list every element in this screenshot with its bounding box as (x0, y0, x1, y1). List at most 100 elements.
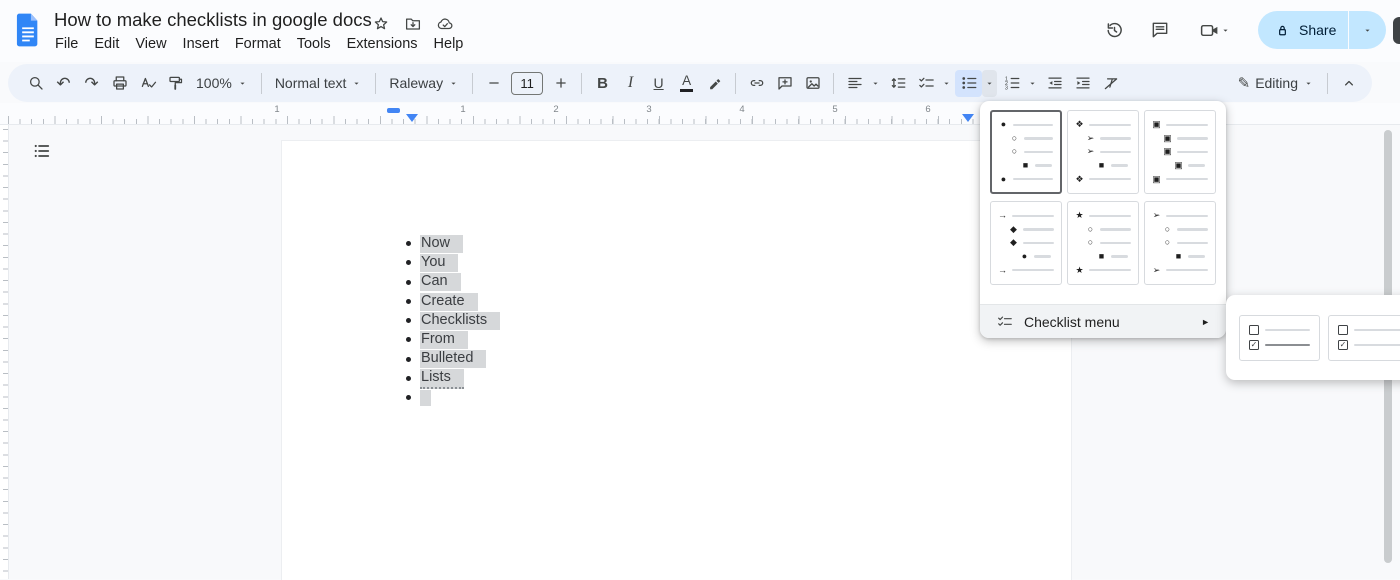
bulleted-list-dropdown[interactable] (982, 70, 997, 97)
bullet-style-option-6[interactable]: ➢○○■➢ (1144, 201, 1216, 285)
document-page[interactable]: NowYouCanCreateChecklistsFromBulletedLis… (281, 140, 1072, 580)
comments-icon (1150, 20, 1170, 40)
undo-button[interactable]: ↶ (50, 70, 77, 97)
print-button[interactable] (106, 70, 133, 97)
menu-edit[interactable]: Edit (86, 34, 127, 54)
styles-select[interactable]: Normal text (269, 70, 369, 97)
list-item[interactable]: Create (282, 292, 1071, 311)
menu-help[interactable]: Help (426, 34, 472, 54)
caret-down-icon (1362, 25, 1373, 36)
menu-extensions[interactable]: Extensions (339, 34, 426, 54)
add-comment-icon (776, 74, 794, 92)
indent-increase-icon (1074, 74, 1092, 92)
move-folder-icon[interactable] (403, 14, 423, 34)
checklist-style-option-1[interactable]: ✓ (1239, 315, 1320, 361)
paint-format-button[interactable] (162, 70, 189, 97)
editing-mode[interactable]: ✎Editing (1232, 70, 1320, 97)
list-item[interactable]: You (282, 253, 1071, 272)
svg-text:3: 3 (1004, 85, 1007, 91)
numbered-list-button[interactable]: 123 (998, 70, 1025, 97)
menu-file[interactable]: File (47, 34, 86, 54)
share-dropdown[interactable] (1349, 11, 1386, 49)
join-call-button[interactable] (1194, 16, 1236, 44)
increase-indent-button[interactable] (1069, 70, 1096, 97)
line-spacing-button[interactable] (884, 70, 911, 97)
hide-menus-button[interactable] (1335, 70, 1362, 97)
list-item[interactable]: Lists (282, 369, 1071, 388)
star-icon[interactable] (371, 14, 391, 34)
document-title[interactable]: How to make checklists in google docs (54, 9, 372, 31)
redo-button[interactable]: ↷ (78, 70, 105, 97)
share-button[interactable]: Share (1258, 11, 1386, 49)
bold-button[interactable]: B (589, 70, 616, 97)
right-indent-marker[interactable] (962, 114, 974, 122)
caret-down-icon (351, 78, 362, 89)
checklist-dropdown[interactable] (939, 70, 954, 97)
ruler-inch-label: 4 (739, 104, 744, 115)
list-item[interactable] (282, 388, 1071, 407)
bullet-style-option-1[interactable]: ●○○■● (990, 110, 1062, 194)
ruler-inch-label: 3 (646, 104, 651, 115)
caret-down-icon (870, 78, 881, 89)
checklist-icon (996, 313, 1013, 330)
avatar[interactable] (1393, 17, 1400, 44)
menu-insert[interactable]: Insert (175, 34, 227, 54)
text-color-button[interactable]: A (673, 70, 700, 97)
font-select[interactable]: Raleway (383, 70, 465, 97)
unchecked-checkbox-icon (1249, 325, 1259, 335)
checklist-menu-item[interactable]: Checklist menu ► (980, 304, 1226, 338)
google-docs-logo[interactable] (14, 12, 42, 48)
insert-image-button[interactable] (799, 70, 826, 97)
bullet-list-icon (960, 74, 978, 92)
decrease-font-size-button[interactable] (480, 70, 507, 97)
cloud-saved-icon[interactable] (435, 14, 455, 34)
spelling-check-button[interactable] (134, 70, 161, 97)
checklist-style-option-2[interactable]: ✓ (1328, 315, 1400, 361)
caret-down-icon (941, 78, 952, 89)
italic-icon: I (628, 75, 633, 91)
bullet-style-option-5[interactable]: ★○○■★ (1067, 201, 1139, 285)
show-outline-button[interactable] (24, 133, 60, 169)
align-icon (846, 74, 864, 92)
add-comment-button[interactable] (771, 70, 798, 97)
first-line-indent-marker[interactable] (387, 108, 400, 113)
left-indent-marker[interactable] (406, 114, 418, 122)
menu-tools[interactable]: Tools (289, 34, 339, 54)
vertical-ruler[interactable] (0, 125, 9, 579)
videocam-icon (1199, 20, 1220, 41)
bulleted-list-button[interactable] (955, 70, 982, 97)
list-item[interactable]: Can (282, 273, 1071, 292)
bullet-style-option-2[interactable]: ❖➢➢■❖ (1067, 110, 1139, 194)
search-button[interactable] (22, 70, 49, 97)
align-dropdown[interactable] (868, 70, 883, 97)
checklist-button[interactable] (912, 70, 939, 97)
underline-button[interactable]: U (645, 70, 672, 97)
font-size-input[interactable]: 11 (511, 72, 543, 95)
bullet-style-option-4[interactable]: →◆◆●→ (990, 201, 1062, 285)
align-button[interactable] (841, 70, 868, 97)
increase-font-size-button[interactable] (547, 70, 574, 97)
selected-word: From (420, 331, 468, 349)
highlight-color-button[interactable] (701, 70, 728, 97)
insert-link-button[interactable] (743, 70, 770, 97)
bulleted-list: NowYouCanCreateChecklistsFromBulletedLis… (282, 234, 1071, 408)
menu-format[interactable]: Format (227, 34, 289, 54)
list-item[interactable]: Now (282, 234, 1071, 253)
list-item[interactable]: Checklists (282, 311, 1071, 330)
undo-icon: ↶ (56, 75, 70, 92)
underline-icon: U (654, 76, 664, 90)
clear-formatting-button[interactable] (1097, 70, 1124, 97)
italic-button[interactable]: I (617, 70, 644, 97)
version-history-button[interactable] (1100, 16, 1128, 44)
toolbar-divider (375, 73, 376, 94)
numbered-list-dropdown[interactable] (1025, 70, 1040, 97)
list-item[interactable]: Bulleted (282, 350, 1071, 369)
selected-word: You (420, 254, 458, 272)
open-comments-button[interactable] (1146, 16, 1174, 44)
decrease-indent-button[interactable] (1041, 70, 1068, 97)
checked-checkbox-icon: ✓ (1338, 340, 1348, 350)
list-item[interactable]: From (282, 330, 1071, 349)
menu-view[interactable]: View (127, 34, 174, 54)
bullet-style-option-3[interactable]: ▣▣▣▣▣ (1144, 110, 1216, 194)
zoom-select[interactable]: 100% (190, 70, 254, 97)
